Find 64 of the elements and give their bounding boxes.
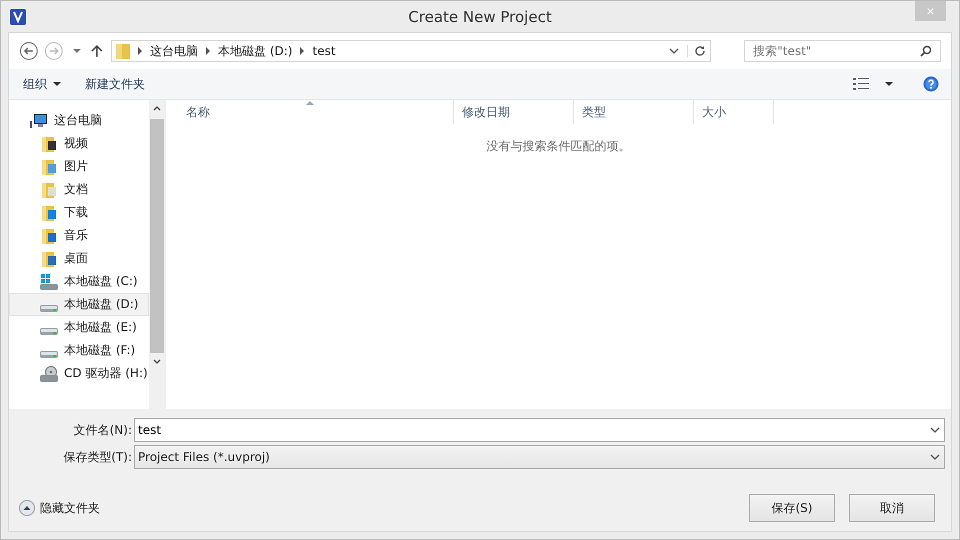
breadcrumb[interactable]: test bbox=[312, 44, 336, 58]
window-title: Create New Project bbox=[408, 8, 552, 26]
sidebar-item[interactable]: 这台电脑 bbox=[9, 109, 149, 132]
dialog-button[interactable]: 取消 bbox=[849, 494, 935, 522]
address-bar[interactable]: 这台电脑 本地磁盘 (D:) test bbox=[111, 40, 712, 62]
search-icon bbox=[920, 45, 932, 57]
view-list-icon[interactable] bbox=[853, 78, 869, 90]
scrollbar-thumb[interactable] bbox=[150, 119, 164, 353]
column-header[interactable]: 修改日期 bbox=[454, 100, 574, 124]
file-name-label: 文件名(N): bbox=[72, 422, 133, 438]
empty-message: 没有与搜索条件匹配的项。 bbox=[486, 138, 632, 155]
chevron-down-icon[interactable] bbox=[930, 427, 940, 433]
folder-icon bbox=[40, 136, 58, 152]
file-name-combobox[interactable]: test bbox=[134, 418, 945, 442]
folder-icon bbox=[40, 182, 58, 198]
computer-icon bbox=[30, 112, 48, 128]
sidebar-item[interactable]: 文档 bbox=[9, 178, 149, 201]
sidebar-item[interactable]: 本地磁盘 (C:) bbox=[9, 270, 149, 293]
folder-icon bbox=[40, 228, 58, 244]
dialog-button[interactable]: 保存(S) bbox=[749, 494, 835, 522]
folder-icon bbox=[40, 204, 58, 220]
refresh-icon[interactable] bbox=[687, 45, 706, 57]
drive-icon bbox=[40, 274, 58, 290]
breadcrumb[interactable]: 这台电脑 bbox=[150, 42, 198, 60]
scroll-up-icon[interactable] bbox=[153, 106, 161, 111]
search-box[interactable]: 搜索"test" bbox=[744, 40, 941, 62]
sidebar-item[interactable]: 本地磁盘 (F:) bbox=[9, 339, 149, 362]
sidebar-item[interactable]: 下载 bbox=[9, 201, 149, 224]
chevron-right-icon bbox=[206, 47, 210, 55]
app-logo-icon bbox=[10, 8, 26, 24]
file-name-field[interactable]: test bbox=[135, 423, 930, 437]
folder-icon bbox=[40, 250, 58, 266]
sidebar-item[interactable]: 本地磁盘 (D:) bbox=[9, 293, 149, 316]
chevron-down-icon bbox=[930, 454, 940, 460]
new-folder-button[interactable]: 新建文件夹 bbox=[81, 76, 149, 92]
chevron-right-icon bbox=[138, 47, 142, 55]
file-type-dropdown[interactable]: Project Files (*.uvproj) bbox=[134, 445, 945, 469]
up-arrow-icon[interactable] bbox=[91, 44, 104, 58]
help-icon[interactable] bbox=[923, 76, 939, 92]
folder-icon bbox=[116, 43, 130, 59]
sidebar-item[interactable]: CD 驱动器 (H:) bbox=[9, 362, 149, 385]
chevron-right-icon bbox=[300, 47, 304, 55]
hide-folders-button[interactable]: 隐藏文件夹 bbox=[19, 500, 100, 516]
column-header[interactable]: 大小 bbox=[694, 100, 774, 124]
sidebar-item[interactable]: 视频 bbox=[9, 132, 149, 155]
drive-icon bbox=[40, 328, 58, 334]
folder-icon bbox=[40, 158, 58, 174]
sidebar-item[interactable]: 桌面 bbox=[9, 247, 149, 270]
file-type-label: 保存类型(T): bbox=[62, 448, 133, 466]
column-header[interactable]: 类型 bbox=[574, 100, 694, 124]
breadcrumb[interactable]: 本地磁盘 (D:) bbox=[218, 42, 292, 60]
chevron-down-icon[interactable] bbox=[669, 48, 680, 54]
organize-button[interactable]: 组织 bbox=[19, 76, 65, 92]
cd-drive-icon bbox=[40, 366, 58, 382]
collapse-up-icon bbox=[19, 500, 35, 516]
sidebar-item[interactable]: 本地磁盘 (E:) bbox=[9, 316, 149, 339]
sidebar-item[interactable]: 音乐 bbox=[9, 224, 149, 247]
back-icon[interactable] bbox=[19, 41, 39, 61]
dropdown-caret-icon[interactable] bbox=[885, 82, 893, 86]
drive-icon bbox=[40, 304, 58, 312]
drive-icon bbox=[40, 350, 58, 358]
caret-icon bbox=[53, 82, 61, 86]
scroll-down-icon[interactable] bbox=[153, 359, 161, 364]
sidebar-item[interactable]: 图片 bbox=[9, 155, 149, 178]
